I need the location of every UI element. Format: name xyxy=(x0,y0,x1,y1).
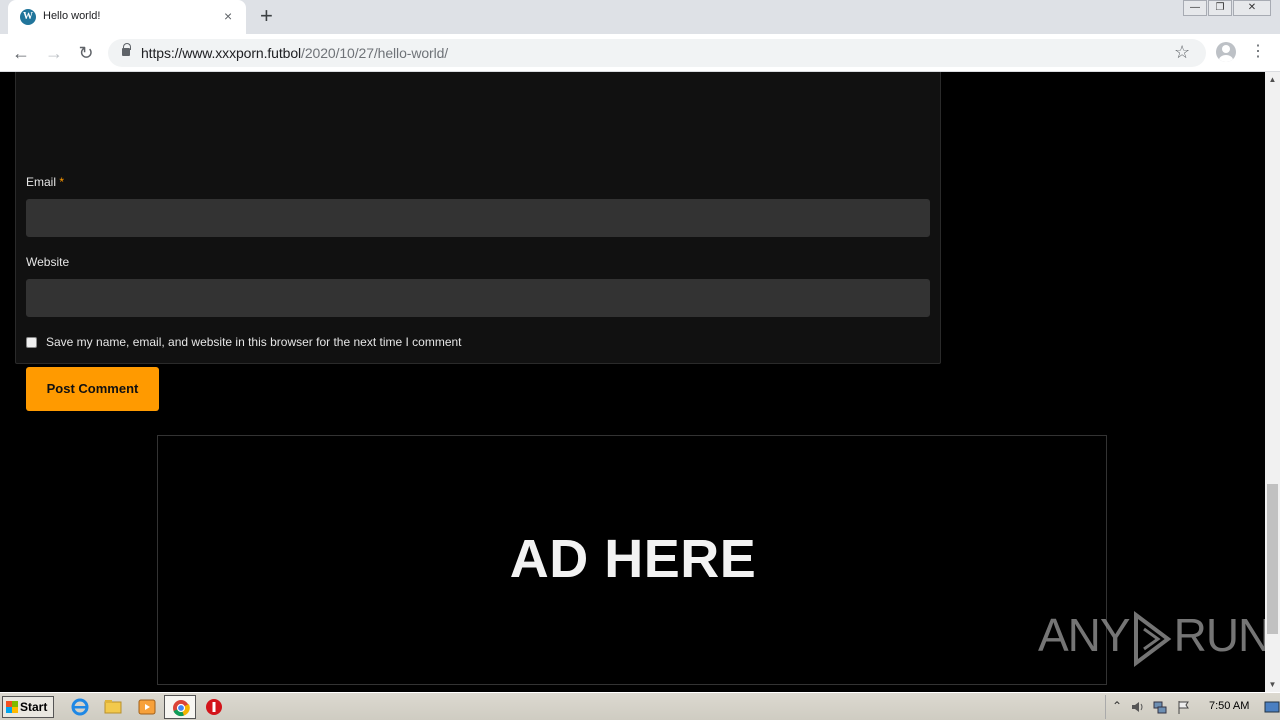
window-minimize-button[interactable]: — xyxy=(1183,0,1207,16)
file-explorer-folder-icon[interactable] xyxy=(103,697,123,717)
anyrun-watermark: ANY RUN xyxy=(1038,608,1272,672)
wordpress-favicon-icon: W xyxy=(20,9,36,25)
page-scrollbar[interactable]: ▲ ▼ xyxy=(1265,72,1280,692)
scroll-up-arrow-icon[interactable]: ▲ xyxy=(1265,72,1280,87)
start-button[interactable]: Start xyxy=(2,696,54,718)
lock-icon[interactable] xyxy=(122,43,131,56)
play-triangle-icon xyxy=(1133,610,1171,667)
email-label: Email * xyxy=(26,175,65,189)
show-desktop-icon[interactable] xyxy=(1264,699,1280,715)
window-close-button[interactable]: ✕ xyxy=(1233,0,1271,16)
start-label: Start xyxy=(20,700,48,714)
website-label: Website xyxy=(26,255,70,269)
network-icon[interactable] xyxy=(1152,699,1168,715)
tray-expand-arrow-icon[interactable]: ⌃ xyxy=(1112,699,1122,713)
chrome-icon xyxy=(173,700,190,717)
website-field[interactable] xyxy=(26,279,930,317)
address-bar[interactable]: https://www.xxxporn.futbol/2020/10/27/he… xyxy=(108,39,1206,67)
tab-strip: W Hello world! × + — ❐ ✕ xyxy=(0,0,1280,34)
browser-menu-icon[interactable]: ⋮ xyxy=(1250,42,1266,62)
scroll-down-arrow-icon[interactable]: ▼ xyxy=(1265,677,1280,692)
save-info-checkbox[interactable] xyxy=(26,337,37,348)
opera-security-icon[interactable] xyxy=(204,697,224,717)
system-tray: ⌃ 7:50 AM xyxy=(1105,695,1280,719)
watermark-left-text: ANY xyxy=(1038,609,1131,661)
bookmark-star-icon[interactable]: ☆ xyxy=(1174,42,1190,63)
volume-icon[interactable] xyxy=(1130,699,1146,715)
ad-placeholder[interactable]: AD HERE xyxy=(157,435,1107,685)
back-button[interactable]: ← xyxy=(10,42,32,64)
reload-button[interactable]: ↻ xyxy=(75,42,97,64)
comment-form: Email * Website Save my name, email, and… xyxy=(15,72,941,411)
profile-avatar-icon[interactable] xyxy=(1216,42,1236,62)
browser-toolbar: ← → ↻ https://www.xxxporn.futbol/2020/10… xyxy=(0,34,1280,72)
url-path: /2020/10/27/hello-world/ xyxy=(301,45,449,61)
tab-close-icon[interactable]: × xyxy=(224,8,232,24)
browser-tab[interactable]: W Hello world! × xyxy=(8,0,246,34)
ad-text: AD HERE xyxy=(509,529,757,589)
windows-taskbar: Start ⌃ 7:50 AM xyxy=(0,692,1280,720)
post-comment-button[interactable]: Post Comment xyxy=(26,367,159,411)
media-player-icon[interactable] xyxy=(137,697,157,717)
url-text[interactable]: https://www.xxxporn.futbol/2020/10/27/he… xyxy=(141,45,448,61)
page-viewport: Email * Website Save my name, email, and… xyxy=(0,72,1265,692)
save-info-label: Save my name, email, and website in this… xyxy=(46,335,462,349)
action-center-flag-icon[interactable] xyxy=(1176,699,1192,715)
forward-button[interactable]: → xyxy=(43,42,65,64)
email-field[interactable] xyxy=(26,199,930,237)
internet-explorer-icon[interactable] xyxy=(70,697,90,717)
windows-logo-icon xyxy=(6,701,18,713)
url-host: https://www.xxxporn.futbol xyxy=(141,45,302,61)
required-mark: * xyxy=(59,175,65,189)
new-tab-button[interactable]: + xyxy=(260,5,273,27)
chrome-taskbar-button-active[interactable] xyxy=(164,695,196,719)
taskbar-clock[interactable]: 7:50 AM xyxy=(1209,700,1249,712)
watermark-right-text: RUN xyxy=(1173,609,1272,661)
tab-title: Hello world! xyxy=(43,10,101,22)
window-restore-button[interactable]: ❐ xyxy=(1208,0,1232,16)
scroll-thumb[interactable] xyxy=(1267,484,1278,634)
